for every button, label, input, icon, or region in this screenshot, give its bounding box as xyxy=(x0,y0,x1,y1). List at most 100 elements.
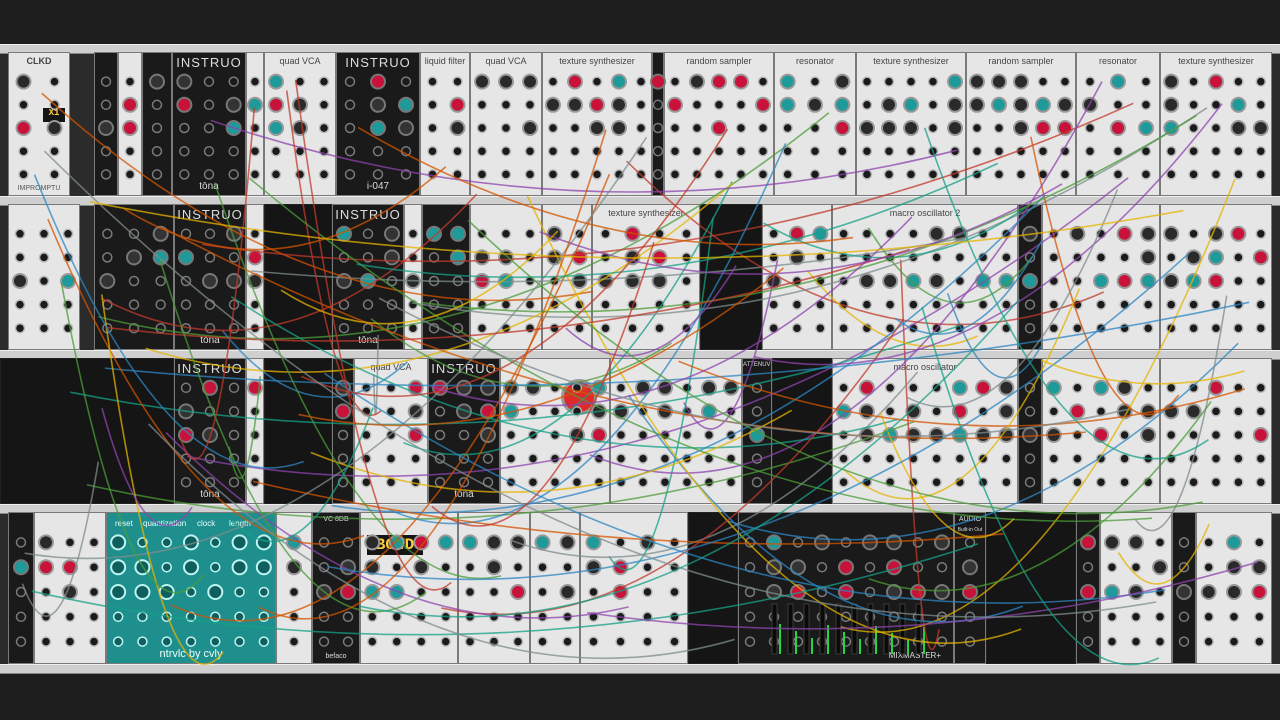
quad-vca-module[interactable]: quad VCA xyxy=(264,52,336,196)
empty-slot xyxy=(688,512,738,664)
mixer-module[interactable]: MIXMASTER+ xyxy=(738,512,954,664)
clock-title: CLKD xyxy=(26,56,52,66)
audio-title: AUDIO xyxy=(958,516,982,523)
quad-vca-module[interactable] xyxy=(1100,512,1172,664)
liquid-filter-module[interactable] xyxy=(542,204,592,350)
utility-module[interactable] xyxy=(118,52,142,196)
macro-osc-module[interactable]: BOWD xyxy=(360,512,458,664)
big-red-knob[interactable] xyxy=(561,379,597,415)
switch-module[interactable] xyxy=(246,52,264,196)
switch-module[interactable] xyxy=(404,204,422,350)
quad-vca-title: quad VCA xyxy=(370,362,412,372)
random-sampler-module[interactable]: random sampler xyxy=(966,52,1076,196)
resonator-module[interactable] xyxy=(1042,204,1160,350)
split-module[interactable] xyxy=(94,52,118,196)
split-module[interactable] xyxy=(1018,358,1042,504)
rack-rail xyxy=(0,664,1280,674)
empty-slot xyxy=(0,358,174,504)
resonator-module[interactable]: resonator xyxy=(774,52,856,196)
texture-synth-module[interactable]: texture synthesizer xyxy=(542,52,652,196)
attenuverter-module[interactable]: ATTENUVERTER xyxy=(742,358,772,504)
instruo-title: INSTRUO xyxy=(177,361,243,376)
quad-vca-module[interactable]: quad VCA xyxy=(354,358,428,504)
resonator-module[interactable] xyxy=(1042,358,1160,504)
random-sampler-module[interactable]: random sampler xyxy=(664,52,774,196)
vc-mixer-module[interactable]: VC 8DB befaco xyxy=(312,512,360,664)
texture-synth-module[interactable] xyxy=(580,512,688,664)
instruo-brand: tōna xyxy=(454,489,474,500)
sequencer-brand: ntrvlc by cvly xyxy=(159,648,223,660)
texture-synth-module[interactable]: texture synthesizer xyxy=(1160,52,1272,196)
attenuverter-module[interactable] xyxy=(142,52,172,196)
empty-slot xyxy=(772,358,832,504)
attenuverter-title: ATTENUVERTER xyxy=(743,362,771,368)
instruo-module[interactable]: INSTRUO tōna xyxy=(428,358,500,504)
empty-slot xyxy=(986,512,1076,664)
audio-module[interactable]: AUDIO Built-in Out xyxy=(954,512,986,664)
texture-synth-title: texture synthesizer xyxy=(608,208,684,218)
mixer-brand: MIXMASTER+ xyxy=(888,651,941,660)
split-module[interactable] xyxy=(1018,204,1042,350)
liquid-filter-module[interactable] xyxy=(530,512,580,664)
clock-display: X1 xyxy=(43,108,65,122)
instruo-module[interactable]: INSTRUO tōna xyxy=(172,52,246,196)
instruo-title: INSTRUO xyxy=(335,207,401,222)
split-module[interactable] xyxy=(8,512,34,664)
split-module[interactable] xyxy=(332,358,354,504)
texture-synth-title: texture synthesizer xyxy=(1178,56,1254,66)
random-sampler-module[interactable] xyxy=(500,358,610,504)
liquid-filter-title: liquid filter xyxy=(424,56,466,66)
split-module[interactable] xyxy=(1076,512,1100,664)
clock-label: clock xyxy=(197,519,216,528)
utility-module[interactable] xyxy=(422,204,470,350)
model-display: BOWD xyxy=(367,535,423,555)
vc-mixer-title: VC 8DB xyxy=(323,516,349,523)
liquid-filter-module[interactable]: liquid filter xyxy=(420,52,470,196)
reset-label: reset xyxy=(115,519,133,528)
instruo-module[interactable]: INSTRUO tōna xyxy=(174,358,246,504)
texture-synth-module[interactable] xyxy=(1160,204,1272,350)
audio-device[interactable]: Built-in Out xyxy=(955,527,985,533)
split-module[interactable] xyxy=(1172,512,1196,664)
bernoulli-gate-module[interactable] xyxy=(276,512,312,664)
macro-osc-title: macro oscillator 2 xyxy=(889,208,961,218)
random-sampler-title: random sampler xyxy=(988,56,1054,66)
texture-synth-title: texture synthesizer xyxy=(873,56,949,66)
macro-osc-title: macro oscillator xyxy=(893,362,957,372)
quad-vca-module[interactable]: quad VCA xyxy=(470,52,542,196)
texture-synth-module[interactable] xyxy=(610,358,742,504)
instruo-module[interactable]: INSTRUO tōna xyxy=(174,204,246,350)
quad-vca-module[interactable] xyxy=(470,204,542,350)
empty-slot xyxy=(264,358,332,504)
instruo-module[interactable]: INSTRUO tōna xyxy=(332,204,404,350)
switch-module[interactable] xyxy=(246,204,264,350)
sequencer-module[interactable]: reset quantization clock length ntrvlc b… xyxy=(106,512,276,664)
instruo-brand: tōna xyxy=(358,335,378,346)
matrix-module[interactable] xyxy=(94,204,174,350)
texture-synth-module[interactable] xyxy=(1160,358,1272,504)
instruo-brand: tōna xyxy=(200,489,220,500)
texture-synth-module[interactable]: texture synthesizer xyxy=(856,52,966,196)
macro-osc-module[interactable]: macro oscillator 2 xyxy=(832,204,1018,350)
instruo-title: INSTRUO xyxy=(431,361,497,376)
quad-vca-module[interactable] xyxy=(8,204,80,350)
resonator-module[interactable]: resonator xyxy=(1076,52,1160,196)
macro-osc-module[interactable]: macro oscillator xyxy=(832,358,1018,504)
quad-vca-module[interactable] xyxy=(34,512,106,664)
texture-synth-module[interactable]: texture synthesizer xyxy=(592,204,700,350)
quad-vca-module[interactable] xyxy=(762,204,832,350)
quad-vca-module[interactable] xyxy=(1196,512,1272,664)
quad-vca-title: quad VCA xyxy=(279,56,321,66)
clock-module[interactable]: CLKD X1 IMPROMPTU xyxy=(8,52,70,196)
blank-panel xyxy=(652,52,664,196)
instruo-title: INSTRUO xyxy=(177,207,243,222)
random-sampler-title: random sampler xyxy=(686,56,752,66)
quad-vca-module[interactable] xyxy=(458,512,530,664)
instruo-brand: tōna xyxy=(200,335,220,346)
resonator-title: resonator xyxy=(1098,56,1138,66)
switch-module[interactable] xyxy=(246,358,264,504)
texture-synth-title: texture synthesizer xyxy=(559,56,635,66)
quad-vca-title: quad VCA xyxy=(485,56,527,66)
quantization-label: quantization xyxy=(143,519,187,528)
instruo-module[interactable]: INSTRUO i-047 xyxy=(336,52,420,196)
